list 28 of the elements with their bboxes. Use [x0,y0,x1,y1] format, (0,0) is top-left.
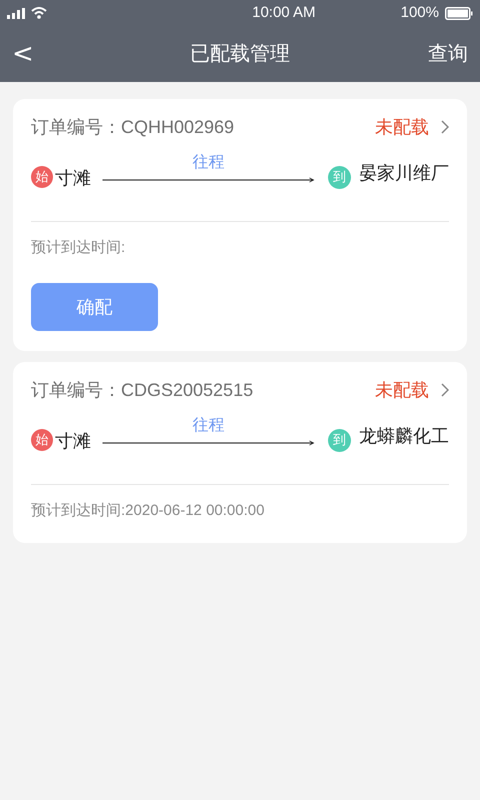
start-badge: 始 [31,166,53,188]
page-title: 已配载管理 [190,42,290,67]
signal-icon [7,8,27,18]
end-badge: 到 [328,166,351,188]
end-badge: 到 [328,428,351,452]
order-card[interactable]: 订单编号：CQHH002969 未配载 始 寸滩 往程 到 晏家川维厂 预计到达时间: 确配 [13,99,467,351]
battery-percent: 100% [400,2,439,23]
chevron-right-icon [441,383,449,397]
start-badge: 始 [31,429,53,451]
order-card[interactable]: 订单编号：CDGS20052515 未配载 始 寸滩 往程 到 龙蟒麟化工 预计到达时间:2020-06-12 00:00:00 [13,362,467,543]
order-status: 未配载 [375,116,429,138]
order-status: 未配载 [375,378,429,402]
wifi-icon [31,7,47,19]
back-button[interactable]: < [12,41,34,67]
eta-text: 预计到达时间:2020-06-12 00:00:00 [31,502,264,519]
trip-label: 往程 [192,418,224,434]
eta-text: 预计到达时间: [31,239,126,256]
end-location: 晏家川维厂 [359,162,449,184]
order-number: 订单编号：CQHH002969 [31,116,234,138]
trip-label: 往程 [192,155,224,171]
status-time: 10:00 AM [251,2,316,23]
start-location: 寸滩 [55,430,91,452]
start-location: 寸滩 [55,166,91,190]
battery-icon [445,6,473,20]
order-number: 订单编号：CDGS20052515 [31,378,254,402]
end-location: 龙蟒麟化工 [359,424,449,448]
chevron-right-icon [441,120,449,134]
query-button[interactable]: 查询 [428,39,468,69]
